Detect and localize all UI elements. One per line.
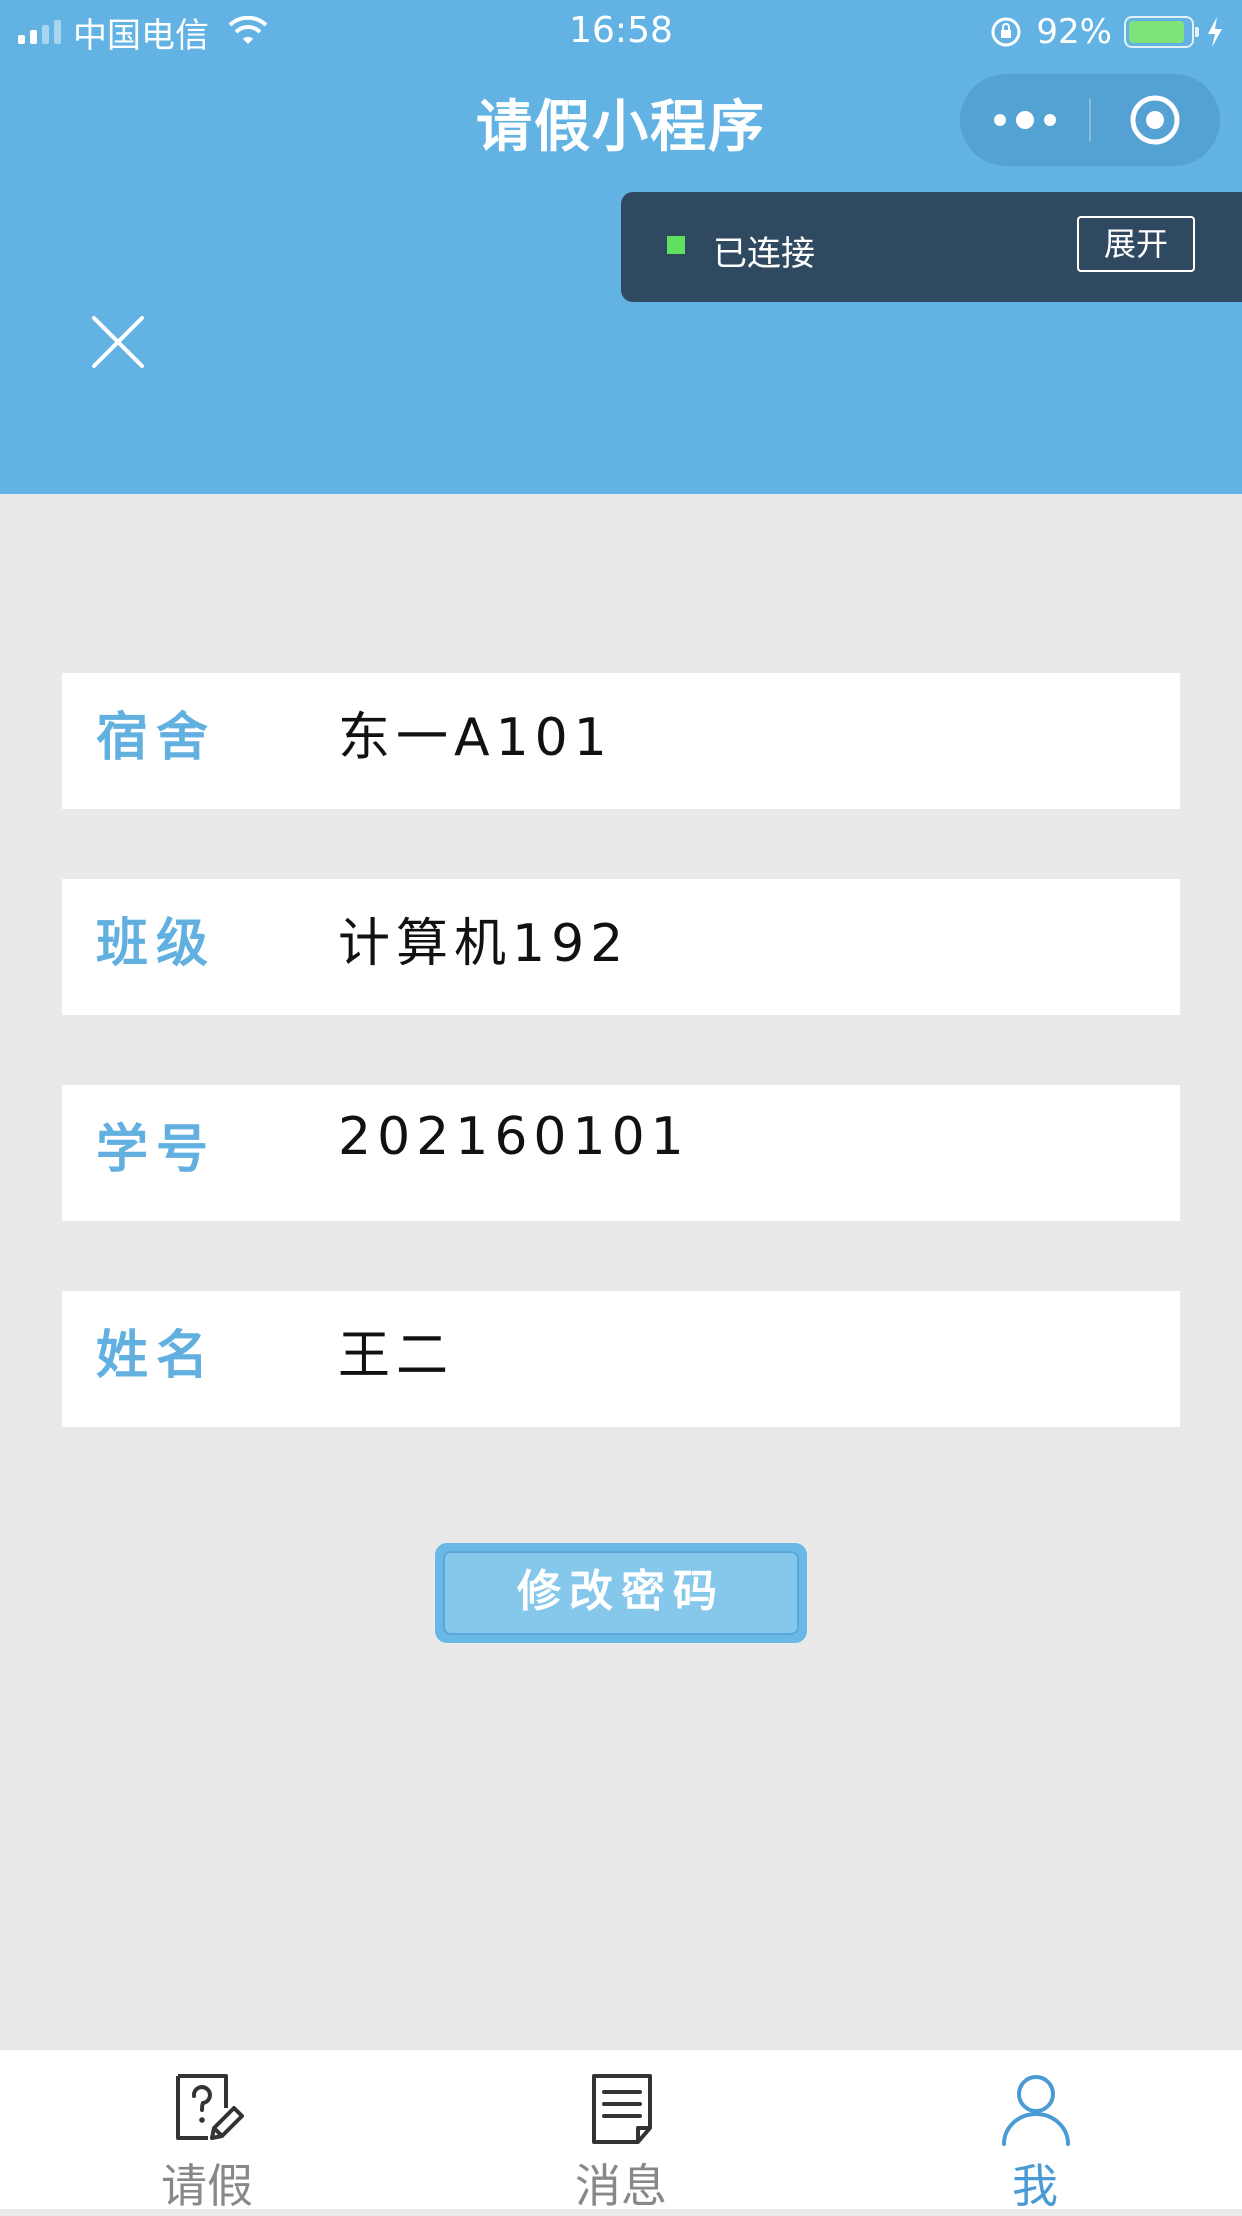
tab-label: 消息 [575, 2159, 667, 2213]
info-label: 班级 [96, 914, 217, 974]
expand-button[interactable]: 展开 [1077, 216, 1195, 272]
connection-status-dot [667, 236, 685, 254]
battery-percent: 92% [1036, 12, 1112, 52]
info-value: 王二 [338, 1326, 455, 1386]
info-label: 姓名 [96, 1326, 217, 1386]
info-label: 宿舍 [96, 708, 217, 768]
tab-messages[interactable]: 消息 [414, 2050, 828, 2213]
charging-bolt-icon [1208, 17, 1222, 47]
close-icon[interactable] [90, 314, 146, 370]
status-bar: 中国电信 16:58 92% [0, 0, 1242, 62]
leave-request-icon [176, 2074, 244, 2140]
status-right: 92% [988, 10, 1224, 54]
debug-connection-bar: 已连接 展开 [621, 192, 1242, 302]
info-label: 学号 [96, 1120, 217, 1180]
info-row-dormitory: 宿舍 东一A101 [62, 673, 1180, 809]
orientation-lock-icon [991, 17, 1021, 47]
mini-program-capsule [960, 74, 1220, 166]
info-value: 东一A101 [338, 708, 613, 768]
info-row-name: 姓名 王二 [62, 1291, 1180, 1427]
message-document-icon [592, 2074, 652, 2144]
info-row-student-id: 学号 202160101 [62, 1085, 1180, 1221]
info-value: 计算机192 [338, 914, 630, 974]
tab-label: 请假 [161, 2159, 253, 2213]
more-options-icon[interactable] [960, 74, 1090, 166]
battery-icon [1124, 16, 1199, 48]
info-value: 202160101 [338, 1107, 690, 1167]
tab-bar: 请假 消息 我 [0, 2049, 1242, 2213]
tab-me[interactable]: 我 [828, 2050, 1242, 2213]
tab-leave[interactable]: 请假 [0, 2050, 414, 2213]
battery-fill [1129, 21, 1185, 43]
target-circle-icon [1130, 95, 1180, 145]
tab-label: 我 [1012, 2159, 1058, 2213]
exit-mini-program-button[interactable] [1090, 74, 1220, 166]
user-profile-icon [1002, 2075, 1070, 2146]
connection-status-text: 已连接 [713, 234, 815, 274]
change-password-label: 修改密码 [443, 1551, 799, 1635]
change-password-button[interactable]: 修改密码 [435, 1543, 807, 1643]
info-row-class: 班级 计算机192 [62, 879, 1180, 1015]
header: 中国电信 16:58 92% 请假小程序 已连接 展开 [0, 0, 1242, 494]
